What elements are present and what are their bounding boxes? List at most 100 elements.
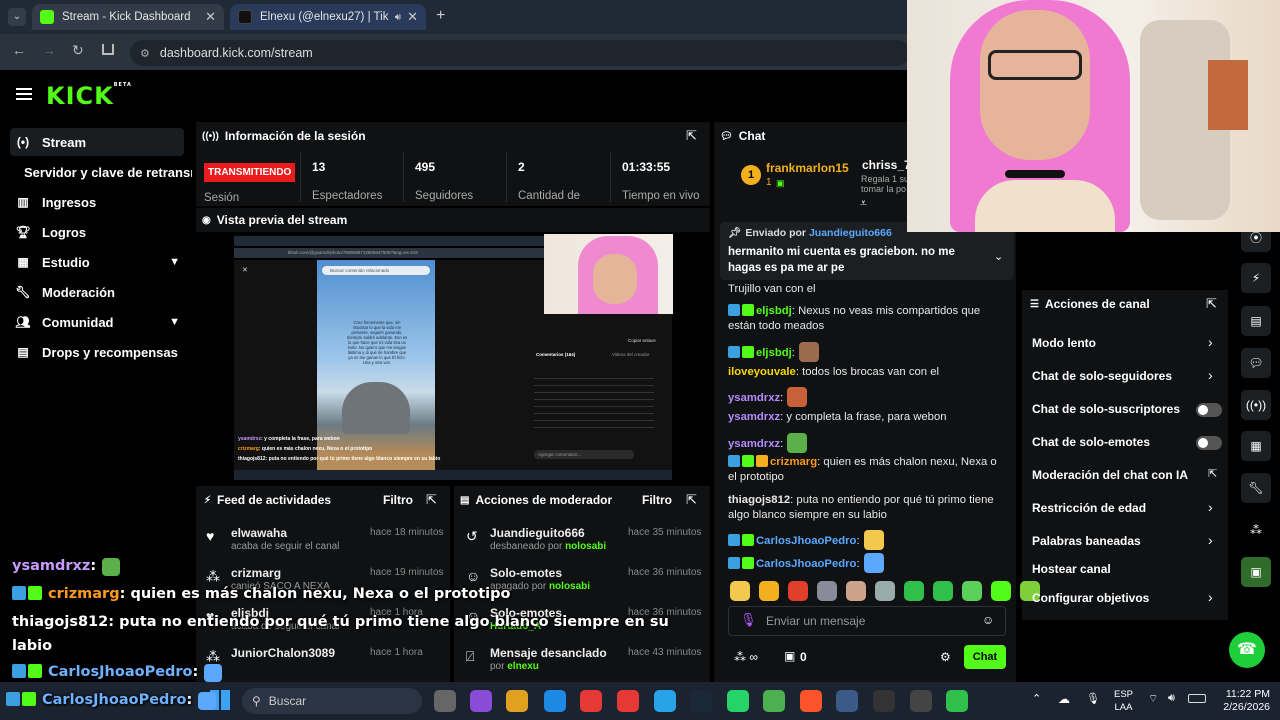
chat-username[interactable]: CarlosJhoaoPedro xyxy=(756,535,856,547)
activity-name[interactable]: elwawaha xyxy=(231,526,287,540)
chat-username[interactable]: CarlosJhoaoPedro xyxy=(756,558,856,570)
broadcast-tool-icon[interactable]: ((•)) xyxy=(1241,390,1271,420)
sidebar-item-comunidad[interactable]: 👥︎ Comunidad ▼ xyxy=(10,308,184,336)
chat-username[interactable]: ysamdrxz xyxy=(728,392,780,404)
channel-action-item[interactable]: Chat de solo-seguidores xyxy=(1032,369,1172,383)
toggle-switch[interactable] xyxy=(1196,436,1222,450)
expand-icon[interactable]: ⇱ xyxy=(686,128,697,144)
chat-settings-icon[interactable]: ⚙ xyxy=(940,650,951,664)
language-indicator[interactable]: ESP LAA xyxy=(1114,688,1133,714)
collapse-icon[interactable]: ⩡ xyxy=(860,196,867,211)
taskbar-chrome2-icon[interactable] xyxy=(836,690,858,712)
mod-action-by[interactable]: elnexu xyxy=(507,661,539,672)
mod-action-by[interactable]: nolosabi xyxy=(549,581,590,592)
tray-chevron-icon[interactable]: ⌃ xyxy=(1032,692,1041,705)
sidebar-item-ingresos[interactable]: ▥ Ingresos xyxy=(10,188,184,216)
wifi-icon[interactable]: ⌔ xyxy=(1148,692,1158,706)
taskbar-steam-icon[interactable] xyxy=(690,690,712,712)
external-link-icon[interactable]: ⇱ xyxy=(1208,467,1217,480)
cloud-icon[interactable]: ☁︎ xyxy=(1058,692,1070,706)
chevron-right-icon[interactable]: › xyxy=(1208,532,1213,548)
top-gifter-name[interactable]: frankmarlon15 xyxy=(766,161,849,175)
url-field[interactable]: ⚙ dashboard.kick.com/stream xyxy=(130,40,910,66)
expand-icon[interactable]: ⇱ xyxy=(426,492,437,508)
new-tab-button[interactable]: + xyxy=(436,7,445,25)
taskbar-photos-icon[interactable] xyxy=(654,690,676,712)
channel-action-item[interactable]: Chat de solo-emotes xyxy=(1032,435,1150,449)
taskbar-copilot-icon[interactable] xyxy=(470,690,492,712)
channel-action-item[interactable]: Modo lento xyxy=(1032,336,1096,350)
taskbar-edge-icon[interactable] xyxy=(544,690,566,712)
sidebar-item-stream[interactable]: (•) Stream xyxy=(10,128,184,156)
mod-action-name[interactable]: Solo-emotes xyxy=(490,566,562,580)
chevron-right-icon[interactable]: › xyxy=(1208,589,1213,605)
close-tab-icon[interactable]: ✕ xyxy=(407,9,418,25)
chat-username[interactable]: iloveyouvale xyxy=(728,366,796,378)
clock[interactable]: 11:22 PM 2/26/2026 xyxy=(1214,688,1270,714)
taskbar-taskview-icon[interactable] xyxy=(434,690,456,712)
chat-username[interactable]: eljsbdj xyxy=(756,347,792,359)
mod-filter-button[interactable]: Filtro xyxy=(642,493,672,507)
chat-send-button[interactable]: Chat xyxy=(964,645,1006,669)
chat-username[interactable]: thiagojs812 xyxy=(728,494,790,506)
sidebar-item-drops[interactable]: ▤ Drops y recompensas xyxy=(10,338,184,366)
channel-action-item[interactable]: Configurar objetivos xyxy=(1032,591,1149,605)
users-tool-icon[interactable]: ⁂ xyxy=(1241,515,1271,545)
reload-icon[interactable]: ↻ xyxy=(72,42,84,59)
mic-tray-icon[interactable]: 🎙︎ xyxy=(1086,692,1100,705)
activity-name[interactable]: JuniorChalon3089 xyxy=(231,646,335,660)
taskbar-game-icon[interactable] xyxy=(873,690,895,712)
wrench-tool-icon[interactable]: 🔧︎ xyxy=(1241,473,1271,503)
taskbar-office-icon[interactable] xyxy=(617,690,639,712)
menu-icon[interactable] xyxy=(16,88,32,100)
taskbar-chrome-icon[interactable] xyxy=(763,690,785,712)
chat-tool-icon[interactable]: 💬︎ xyxy=(1241,348,1271,378)
mic-icon[interactable]: 🎙︎ xyxy=(740,612,757,628)
layout-tool-icon[interactable]: ▦ xyxy=(1241,431,1271,461)
channel-action-item[interactable]: Moderación del chat con IA xyxy=(1032,468,1188,482)
emote-picker-icon[interactable] xyxy=(991,581,1011,601)
green-tool-icon[interactable]: ▣ xyxy=(1241,557,1271,587)
chest-icon[interactable]: ▣ xyxy=(784,649,795,663)
taskbar-explorer-icon[interactable] xyxy=(506,690,528,712)
emote-picker-icon[interactable] xyxy=(759,581,779,601)
sidebar-item-estudio[interactable]: ▦ Estudio ▼ xyxy=(10,248,184,276)
pinned-by-user[interactable]: Juandieguito666 xyxy=(809,227,892,239)
chevron-down-icon[interactable]: ▼ xyxy=(169,316,180,328)
emote-picker-icon[interactable] xyxy=(875,581,895,601)
channel-action-item[interactable]: Hostear canal xyxy=(1032,562,1111,576)
sidebar-item-logros[interactable]: 🏆︎ Logros xyxy=(10,218,184,246)
close-tab-icon[interactable]: ✕ xyxy=(205,9,216,25)
taskbar-obs-icon[interactable] xyxy=(910,690,932,712)
mod-action-by[interactable]: nolosabi xyxy=(565,541,606,552)
lightning-tool-icon[interactable]: ⚡︎ xyxy=(1241,263,1271,293)
channel-action-item[interactable]: Chat de solo-suscriptores xyxy=(1032,402,1180,416)
chevron-right-icon[interactable]: › xyxy=(1208,367,1213,383)
channel-action-item[interactable]: Palabras baneadas xyxy=(1032,534,1141,548)
emote-picker-icon[interactable] xyxy=(933,581,953,601)
viewers-icon[interactable]: ⁂ ∞ xyxy=(734,650,758,664)
chevron-down-icon[interactable]: ▼ xyxy=(169,256,180,268)
tab-tiktok[interactable]: Elnexu (@elnexu27) | TikTok 🔊︎ ✕ xyxy=(230,4,426,30)
activity-name[interactable]: crizmarg xyxy=(231,566,281,580)
chevron-right-icon[interactable]: › xyxy=(1208,334,1213,350)
support-button[interactable]: ☎︎ xyxy=(1229,632,1265,668)
chevron-right-icon[interactable]: › xyxy=(1208,499,1213,515)
expand-icon[interactable]: ⇱ xyxy=(1206,296,1217,312)
chevron-down-icon[interactable]: ⌄ xyxy=(994,250,1003,263)
home-icon[interactable] xyxy=(102,44,114,55)
toggle-switch[interactable] xyxy=(1196,403,1222,417)
back-icon[interactable]: ← xyxy=(12,42,26,58)
kick-logo[interactable]: KICKBETA xyxy=(46,82,132,110)
forward-icon[interactable]: → xyxy=(42,42,56,58)
emote-picker-icon[interactable] xyxy=(904,581,924,601)
emote-picker-icon[interactable] xyxy=(817,581,837,601)
activity-filter-button[interactable]: Filtro xyxy=(383,493,413,507)
volume-icon[interactable]: 🔊︎ xyxy=(1168,692,1175,705)
chat-username[interactable]: eljsbdj xyxy=(756,305,792,317)
chat-username[interactable]: ysamdrxz xyxy=(728,411,780,423)
taskbar-whatsapp-icon[interactable] xyxy=(727,690,749,712)
mod-action-name[interactable]: Juandieguito666 xyxy=(490,526,585,540)
chat-username[interactable]: crizmarg xyxy=(770,456,817,468)
second-gifter-name[interactable]: chriss_7 xyxy=(862,158,911,172)
